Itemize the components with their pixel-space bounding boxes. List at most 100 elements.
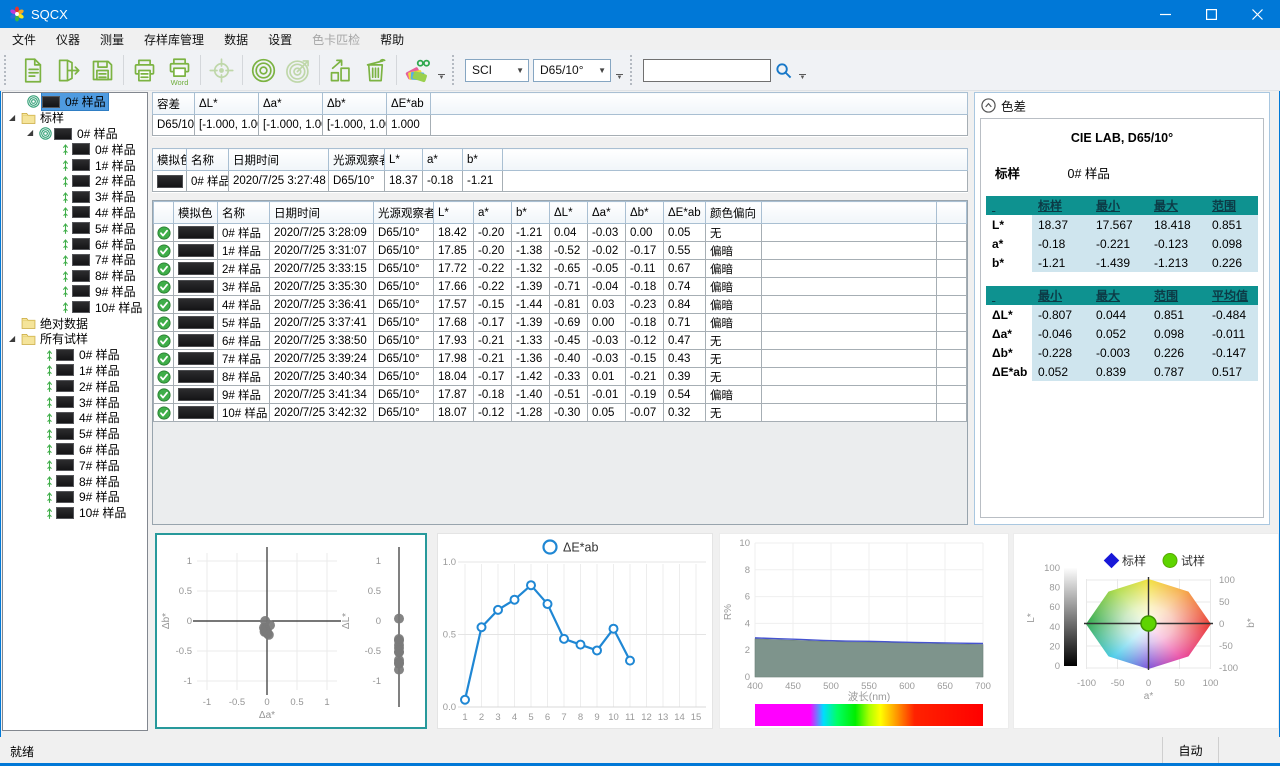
tree-item[interactable]: 6# 样品 xyxy=(3,442,147,458)
column-header[interactable]: ΔL* xyxy=(550,202,588,224)
column-header[interactable]: ΔE*ab xyxy=(664,202,706,224)
tree-item[interactable]: 5# 样品 xyxy=(3,426,147,442)
tree-item[interactable]: 8# 样品 xyxy=(3,473,147,489)
tree-item[interactable]: 3# 样品 xyxy=(3,394,147,410)
maximize-button[interactable] xyxy=(1188,0,1234,28)
column-header[interactable]: 日期时间 xyxy=(270,202,374,224)
illuminant-select[interactable]: D65/10°▼ xyxy=(533,59,611,82)
crosshair-target-icon[interactable] xyxy=(204,53,239,88)
sample-row[interactable]: 1# 样品2020/7/25 3:31:07D65/10°17.85-0.20-… xyxy=(154,242,967,260)
tree-item[interactable]: 1# 样品 xyxy=(3,363,147,379)
save-icon[interactable] xyxy=(85,53,120,88)
tree-item[interactable]: 9# 样品 xyxy=(3,489,147,505)
column-header[interactable]: 颜色偏向 xyxy=(706,202,762,224)
column-header[interactable]: Δa* xyxy=(259,93,323,115)
column-header[interactable]: ΔL* xyxy=(195,93,259,115)
sample-row[interactable]: 3# 样品2020/7/25 3:35:30D65/10°17.66-0.22-… xyxy=(154,278,967,296)
tree-item[interactable]: 10# 样品 xyxy=(3,505,147,521)
toolbar-overflow-button[interactable]: ▼ xyxy=(435,55,448,85)
auto-mode-button[interactable]: 自动 xyxy=(1162,737,1218,763)
tree-item[interactable]: ◢标样 xyxy=(3,110,147,126)
column-header[interactable]: 光源观察者 xyxy=(374,202,434,224)
menu-item-5[interactable]: 设置 xyxy=(258,28,302,51)
tree-item[interactable]: 绝对数据 xyxy=(3,315,147,331)
export-measurement-icon[interactable] xyxy=(50,53,85,88)
column-header[interactable]: 模拟色 xyxy=(153,149,187,171)
column-header[interactable]: ΔE*ab xyxy=(387,93,431,115)
tree-item[interactable]: 7# 样品 xyxy=(3,252,147,268)
minimize-button[interactable] xyxy=(1142,0,1188,28)
sci-mode-select[interactable]: SCI▼ xyxy=(465,59,529,82)
column-header[interactable]: 日期时间 xyxy=(229,149,329,171)
search-icon[interactable] xyxy=(775,62,792,79)
menu-item-0[interactable]: 文件 xyxy=(2,28,46,51)
sample-row[interactable]: 5# 样品2020/7/25 3:37:41D65/10°17.68-0.17-… xyxy=(154,314,967,332)
sample-row[interactable]: 4# 样品2020/7/25 3:36:41D65/10°17.57-0.15-… xyxy=(154,296,967,314)
menu-item-3[interactable]: 存样库管理 xyxy=(134,28,214,51)
sample-row[interactable]: 7# 样品2020/7/25 3:39:24D65/10°17.98-0.21-… xyxy=(154,350,967,368)
column-header[interactable]: 光源观察者 xyxy=(329,149,385,171)
new-document-icon[interactable] xyxy=(15,53,50,88)
standard-row[interactable]: 0# 样品2020/7/25 3:27:48D65/10°18.37-0.18-… xyxy=(153,171,968,192)
statistics-chart-icon[interactable] xyxy=(323,53,358,88)
tree-expander-icon[interactable]: ◢ xyxy=(27,128,39,138)
column-header[interactable]: 容差 xyxy=(153,93,195,115)
target-arrow-icon[interactable] xyxy=(281,53,316,88)
tree-item[interactable]: 1# 样品 xyxy=(3,157,147,173)
column-header[interactable]: b* xyxy=(463,149,503,171)
menu-item-1[interactable]: 仪器 xyxy=(46,28,90,51)
tree-item[interactable]: 0# 样品 xyxy=(3,347,147,363)
tree-item[interactable]: 2# 样品 xyxy=(3,173,147,189)
column-header[interactable]: 名称 xyxy=(218,202,270,224)
tree-item[interactable]: ◢所有试样 xyxy=(3,331,147,347)
tree-item[interactable]: 5# 样品 xyxy=(3,220,147,236)
print-icon[interactable] xyxy=(127,53,162,88)
column-header[interactable]: b* xyxy=(512,202,550,224)
column-header[interactable]: L* xyxy=(385,149,423,171)
close-button[interactable] xyxy=(1234,0,1280,28)
tree-item[interactable]: 4# 样品 xyxy=(3,410,147,426)
tree-item[interactable]: 0# 样品 xyxy=(3,141,147,157)
tree-item[interactable]: 3# 样品 xyxy=(3,189,147,205)
tree-item[interactable]: 8# 样品 xyxy=(3,268,147,284)
column-header[interactable] xyxy=(431,93,968,115)
calibration-rings-icon[interactable] xyxy=(246,53,281,88)
column-header[interactable]: Δb* xyxy=(626,202,664,224)
tree-expander-icon[interactable]: ◢ xyxy=(9,334,21,344)
toolbar-overflow-button[interactable]: ▼ xyxy=(796,55,809,85)
sample-row[interactable]: 9# 样品2020/7/25 3:41:34D65/10°17.87-0.18-… xyxy=(154,386,967,404)
column-header[interactable] xyxy=(937,202,967,224)
sample-row[interactable]: 8# 样品2020/7/25 3:40:34D65/10°18.04-0.17-… xyxy=(154,368,967,386)
tree-item[interactable]: 7# 样品 xyxy=(3,457,147,473)
menu-item-2[interactable]: 测量 xyxy=(90,28,134,51)
column-header[interactable]: 名称 xyxy=(187,149,229,171)
toolbar-overflow-button[interactable]: ▼ xyxy=(613,55,626,85)
delete-trash-icon[interactable] xyxy=(358,53,393,88)
sample-row[interactable]: 6# 样品2020/7/25 3:38:50D65/10°17.93-0.21-… xyxy=(154,332,967,350)
column-header[interactable]: Δa* xyxy=(588,202,626,224)
menu-item-6[interactable]: 色卡匹检 xyxy=(302,28,370,51)
sample-row[interactable]: 2# 样品2020/7/25 3:33:15D65/10°17.72-0.22-… xyxy=(154,260,967,278)
tree-item[interactable]: 2# 样品 xyxy=(3,378,147,394)
print-word-icon[interactable]: Word xyxy=(162,53,197,88)
column-header[interactable] xyxy=(154,202,174,224)
tree-item[interactable]: 0# 样品 xyxy=(3,94,147,110)
tree-expander-icon[interactable]: ◢ xyxy=(9,113,21,123)
column-header[interactable] xyxy=(503,149,968,171)
column-header[interactable]: L* xyxy=(434,202,474,224)
tree-item[interactable]: 10# 样品 xyxy=(3,299,147,315)
color-card-search-icon[interactable] xyxy=(400,53,435,88)
menu-item-7[interactable]: 帮助 xyxy=(370,28,414,51)
collapse-chevron-icon[interactable] xyxy=(981,98,996,113)
column-header[interactable]: a* xyxy=(423,149,463,171)
tree-item[interactable]: 9# 样品 xyxy=(3,284,147,300)
column-header[interactable]: Δb* xyxy=(323,93,387,115)
sample-row[interactable]: 10# 样品2020/7/25 3:42:32D65/10°18.07-0.12… xyxy=(154,404,967,422)
column-header[interactable]: a* xyxy=(474,202,512,224)
menu-item-4[interactable]: 数据 xyxy=(214,28,258,51)
tree-item[interactable]: 4# 样品 xyxy=(3,205,147,221)
column-header[interactable]: 模拟色 xyxy=(174,202,218,224)
sample-row[interactable]: 0# 样品2020/7/25 3:28:09D65/10°18.42-0.20-… xyxy=(154,224,967,242)
column-header[interactable] xyxy=(762,202,937,224)
tree-item[interactable]: ◢0# 样品 xyxy=(3,126,147,142)
